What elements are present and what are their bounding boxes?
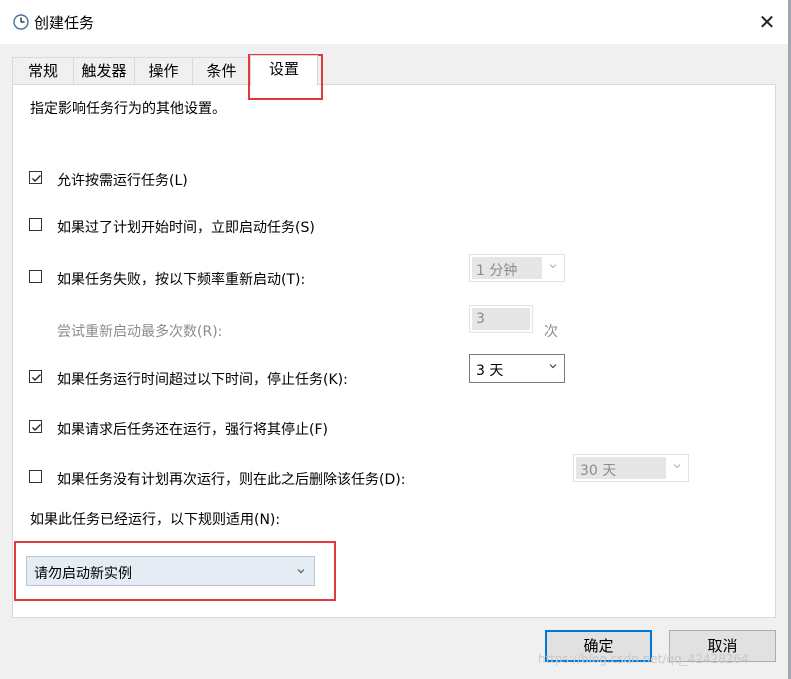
restart-interval-value: 1 分钟 xyxy=(476,263,518,279)
force-stop-label: 如果请求后任务还在运行，强行将其停止(F) xyxy=(57,422,328,438)
settings-description: 指定影响任务行为的其他设置。 xyxy=(30,101,226,117)
stop-duration-select[interactable]: 3 天 xyxy=(469,354,565,383)
start-if-missed-checkbox[interactable] xyxy=(29,218,42,231)
rule-select-value: 请勿启动新实例 xyxy=(34,566,132,582)
tab-actions[interactable]: 操作 xyxy=(134,57,193,84)
window-title: 创建任务 xyxy=(34,14,95,32)
restart-attempts-unit: 次 xyxy=(544,324,558,340)
restart-attempts-value: 3 xyxy=(476,311,485,327)
watermark: https://blog.csdn.net/qq_42428264 xyxy=(538,652,749,666)
allow-on-demand-label: 允许按需运行任务(L) xyxy=(57,173,188,189)
stop-if-longer-label: 如果任务运行时间超过以下时间，停止任务(K): xyxy=(57,372,348,388)
settings-panel xyxy=(12,84,776,618)
stop-if-longer-checkbox[interactable] xyxy=(29,370,42,383)
restart-on-fail-label: 如果任务失败，按以下频率重新启动(T): xyxy=(57,272,306,288)
checkmark-icon xyxy=(32,374,41,381)
chevron-down-icon xyxy=(297,569,305,574)
tab-triggers[interactable]: 触发器 xyxy=(73,57,135,84)
delete-if-not-scheduled-checkbox[interactable] xyxy=(29,470,42,483)
tab-settings[interactable]: 设置 xyxy=(250,55,318,86)
restart-interval-select[interactable]: 1 分钟 xyxy=(469,254,565,282)
delete-after-value: 30 天 xyxy=(580,463,617,479)
allow-on-demand-checkbox[interactable] xyxy=(29,171,42,184)
tab-conditions[interactable]: 条件 xyxy=(192,57,251,84)
rule-select[interactable]: 请勿启动新实例 xyxy=(26,556,315,586)
restart-on-fail-checkbox[interactable] xyxy=(29,270,42,283)
checkmark-icon xyxy=(32,175,41,182)
rule-label: 如果此任务已经运行，以下规则适用(N): xyxy=(30,512,281,528)
force-stop-checkbox[interactable] xyxy=(29,420,42,433)
chevron-down-icon xyxy=(549,264,557,269)
tab-general[interactable]: 常规 xyxy=(12,57,74,84)
delete-if-not-scheduled-label: 如果任务没有计划再次运行，则在此之后删除该任务(D): xyxy=(57,472,406,488)
chevron-down-icon xyxy=(673,464,681,469)
close-icon: ✕ xyxy=(758,10,776,34)
chevron-down-icon xyxy=(549,364,557,369)
delete-after-select[interactable]: 30 天 xyxy=(573,454,689,482)
restart-attempts-label: 尝试重新启动最多次数(R): xyxy=(57,324,223,340)
checkmark-icon xyxy=(32,424,41,431)
start-if-missed-label: 如果过了计划开始时间，立即启动任务(S) xyxy=(57,220,315,236)
title-bar: 创建任务 ✕ xyxy=(0,0,791,44)
close-button[interactable]: ✕ xyxy=(752,8,782,36)
clock-icon xyxy=(13,14,29,30)
stop-duration-value: 3 天 xyxy=(476,363,504,379)
restart-attempts-input[interactable]: 3 xyxy=(469,305,533,333)
